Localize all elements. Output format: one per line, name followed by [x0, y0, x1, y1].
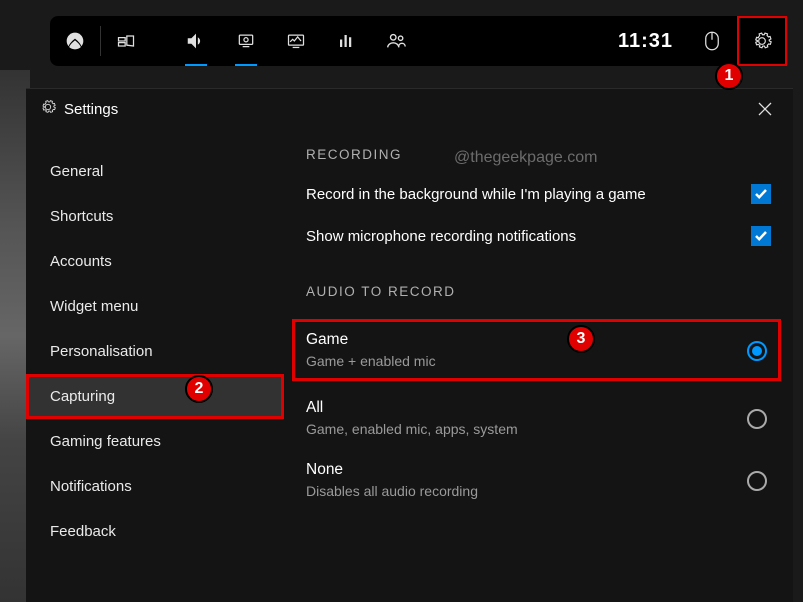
gear-icon [40, 99, 56, 120]
sidebar-item-feedback[interactable]: Feedback [26, 509, 284, 554]
resources-icon[interactable] [321, 16, 371, 66]
xbox-icon[interactable] [50, 16, 100, 66]
checkbox-mic-notifications[interactable]: Show microphone recording notifications [306, 226, 771, 246]
sidebar-item-shortcuts[interactable]: Shortcuts [26, 194, 284, 239]
checkbox-record-background[interactable]: Record in the background while I'm playi… [306, 184, 771, 204]
checkbox-label: Record in the background while I'm playi… [306, 186, 751, 203]
radio-description: Disables all audio recording [306, 483, 747, 499]
audio-icon[interactable] [171, 16, 221, 66]
radio-description: Game, enabled mic, apps, system [306, 421, 747, 437]
settings-content: @thegeekpage.com RECORDING Record in the… [284, 129, 793, 602]
radio-label: None [306, 461, 747, 479]
capture-icon[interactable] [221, 16, 271, 66]
panel-header: Settings [26, 89, 793, 129]
settings-icon[interactable] [737, 16, 787, 66]
section-audio-title: AUDIO TO RECORD [306, 284, 771, 299]
sidebar-item-personalisation[interactable]: Personalisation [26, 329, 284, 374]
callout-badge-1: 1 [715, 62, 743, 90]
callout-badge-2: 2 [185, 375, 213, 403]
radio-label: Game [306, 331, 747, 349]
sidebar-item-widget-menu[interactable]: Widget menu [26, 284, 284, 329]
settings-panel: Settings General Shortcuts Accounts Widg… [26, 88, 793, 602]
settings-sidebar: General Shortcuts Accounts Widget menu P… [26, 129, 284, 602]
panel-title: Settings [64, 101, 118, 118]
sidebar-item-accounts[interactable]: Accounts [26, 239, 284, 284]
social-icon[interactable] [371, 16, 421, 66]
radio-selected-icon [747, 341, 767, 361]
checkbox-label: Show microphone recording notifications [306, 228, 751, 245]
clock: 11:31 [604, 30, 687, 53]
performance-icon[interactable] [271, 16, 321, 66]
radio-option-none[interactable]: None Disables all audio recording [292, 449, 781, 511]
checkbox-checked-icon [751, 184, 771, 204]
widgets-icon[interactable] [101, 16, 151, 66]
radio-unselected-icon [747, 471, 767, 491]
watermark: @thegeekpage.com [454, 149, 597, 167]
xbox-overlay-bar: 11:31 [50, 16, 787, 66]
sidebar-item-capturing[interactable]: Capturing [26, 374, 284, 419]
radio-description: Game + enabled mic [306, 353, 747, 369]
radio-label: All [306, 399, 747, 417]
radio-unselected-icon [747, 409, 767, 429]
sidebar-item-gaming-features[interactable]: Gaming features [26, 419, 284, 464]
mouse-icon[interactable] [687, 16, 737, 66]
checkbox-checked-icon [751, 226, 771, 246]
radio-option-game[interactable]: Game Game + enabled mic [292, 319, 781, 381]
sidebar-item-general[interactable]: General [26, 149, 284, 194]
sidebar-item-notifications[interactable]: Notifications [26, 464, 284, 509]
callout-badge-3: 3 [567, 325, 595, 353]
radio-option-all[interactable]: All Game, enabled mic, apps, system [292, 387, 781, 449]
close-icon[interactable] [751, 95, 779, 123]
